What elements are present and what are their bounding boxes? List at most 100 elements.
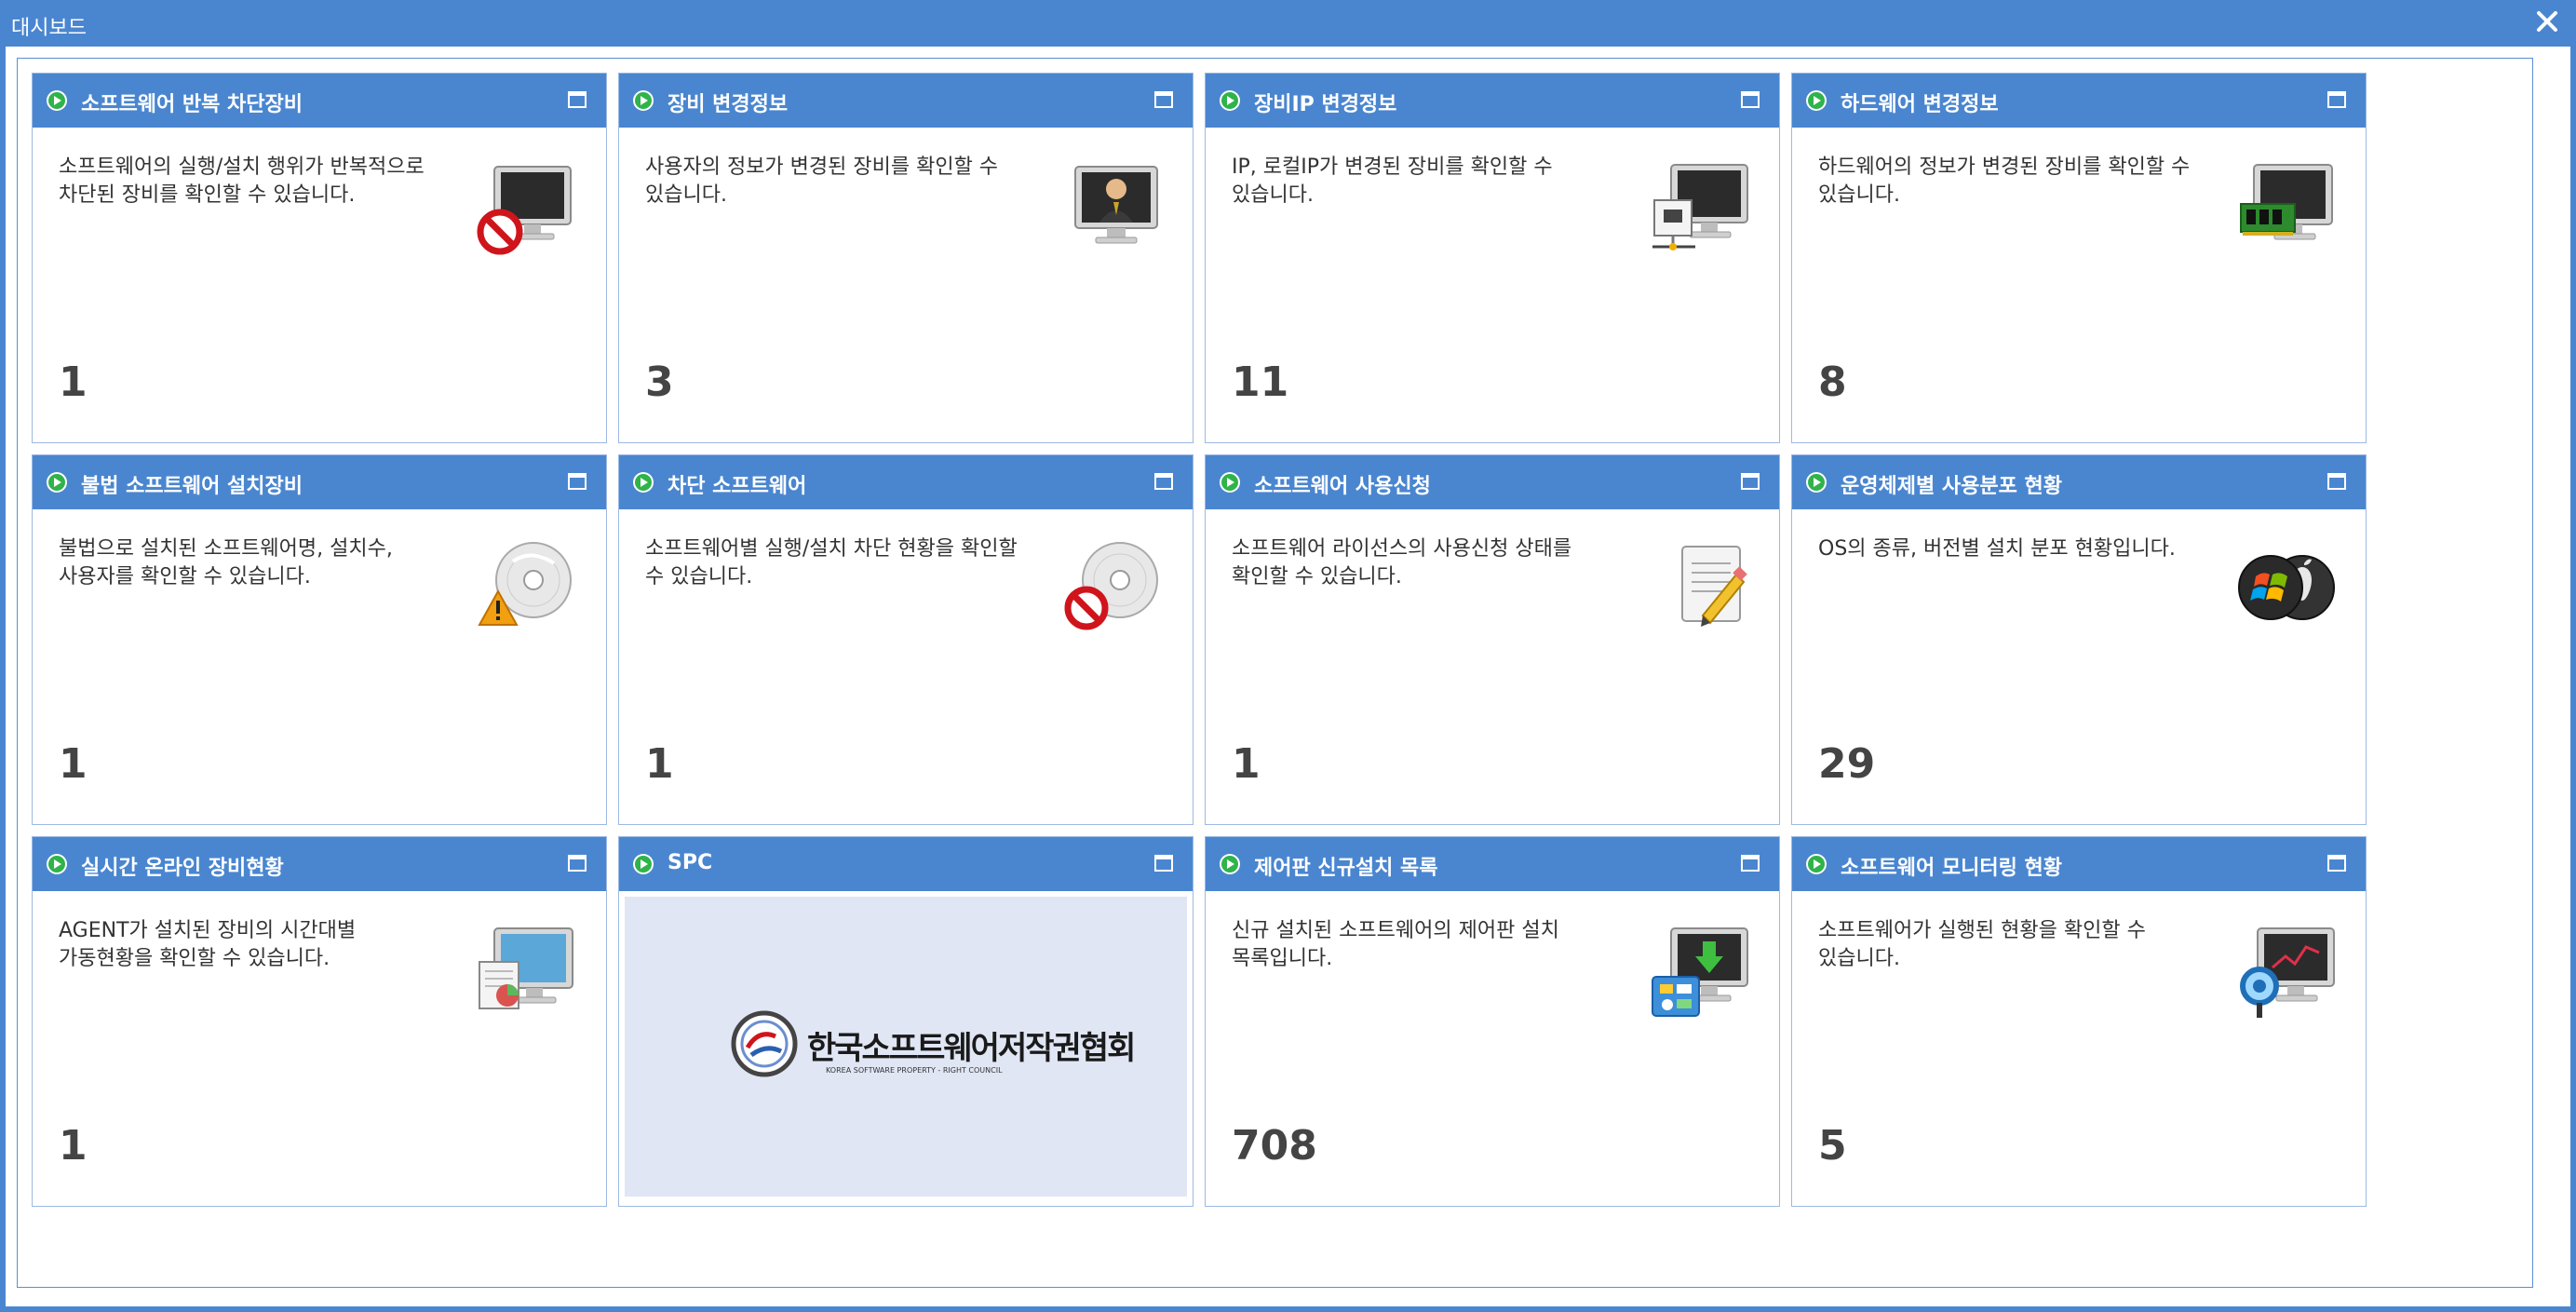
panel-hardware-change[interactable]: 하드웨어 변경정보 하드웨어의 정보가 변경된 장비를 확인할 수 있습니다. …: [1791, 73, 2367, 443]
panel-description: 불법으로 설치된 소프트웨어명, 설치수, 사용자를 확인할 수 있습니다.: [59, 537, 393, 588]
panel-count[interactable]: 1: [59, 740, 88, 788]
maximize-icon[interactable]: [1740, 90, 1760, 109]
play-icon[interactable]: [46, 853, 68, 875]
panel-sw-repeat-blocked[interactable]: 소프트웨어 반복 차단장비 소프트웨어의 실행/설치 행위가 반복적으로 차단된…: [32, 73, 607, 443]
panel-spc[interactable]: SPC 한국소프트웨어저작권협회 KOREA SOFTWARE PROPERTY…: [618, 836, 1194, 1207]
panel-description: OS의 종류, 버전별 설치 분포 현황입니다.: [1818, 537, 2176, 561]
maximize-icon[interactable]: [1153, 90, 1174, 109]
panel-title: 하드웨어 변경정보: [1841, 93, 1999, 116]
play-icon[interactable]: [46, 89, 68, 112]
play-icon[interactable]: [1219, 471, 1241, 494]
panel-count[interactable]: 708: [1232, 1122, 1317, 1170]
panel-description: 소프트웨어 라이선스의 사용신청 상태를 확인할 수 있습니다.: [1232, 537, 1572, 588]
document-edit-icon: [1681, 546, 1747, 627]
maximize-icon[interactable]: [567, 472, 587, 491]
panel-description: 소프트웨어의 실행/설치 행위가 반복적으로 차단된 장비를 확인할 수 있습니…: [59, 156, 425, 207]
panel-header: 하드웨어 변경정보: [1792, 74, 2366, 128]
panel-count[interactable]: 3: [645, 358, 674, 406]
panel-count[interactable]: 1: [1232, 740, 1261, 788]
panel-description: 소프트웨어별 실행/설치 차단 현황을 확인할 수 있습니다.: [645, 537, 1018, 588]
panel-device-change[interactable]: 장비 변경정보 사용자의 정보가 변경된 장비를 확인할 수 있습니다. 3: [618, 73, 1194, 443]
monitor-network-icon: [1652, 164, 1748, 250]
disc-blocked-icon: [1064, 542, 1158, 630]
title-bar: 대시보드: [0, 0, 2576, 47]
panel-header: 불법 소프트웨어 설치장비: [33, 455, 606, 509]
play-icon[interactable]: [1805, 89, 1827, 112]
panel-title: 소프트웨어 사용신청: [1254, 475, 1431, 498]
panel-device-ip-change[interactable]: 장비IP 변경정보 IP, 로컬IP가 변경된 장비를 확인할 수 있습니다. …: [1205, 73, 1780, 443]
play-icon[interactable]: [1805, 853, 1827, 875]
maximize-icon[interactable]: [567, 854, 587, 872]
spc-logo-text: 한국소프트웨어저작권협회: [807, 1030, 1136, 1067]
panel-title: 운영체제별 사용분포 현황: [1841, 475, 2062, 498]
panel-header: 장비IP 변경정보: [1206, 74, 1779, 128]
play-icon[interactable]: [632, 471, 654, 494]
maximize-icon[interactable]: [1740, 472, 1760, 491]
panel-os-distribution[interactable]: 운영체제별 사용분포 현황 OS의 종류, 버전별 설치 분포 현황입니다. 2…: [1791, 454, 2367, 825]
content-frame: 소프트웨어 반복 차단장비 소프트웨어의 실행/설치 행위가 반복적으로 차단된…: [6, 47, 2570, 1306]
panel-description: 하드웨어의 정보가 변경된 장비를 확인할 수 있습니다.: [1818, 156, 2191, 207]
panel-realtime-online[interactable]: 실시간 온라인 장비현황 AGENT가 설치된 장비의 시간대별 가동현황을 확…: [32, 836, 607, 1207]
panel-blocked-sw[interactable]: 차단 소프트웨어 소프트웨어별 실행/설치 차단 현황을 확인할 수 있습니다.…: [618, 454, 1194, 825]
panel-header: 소프트웨어 반복 차단장비: [33, 74, 606, 128]
panel-count[interactable]: 1: [645, 740, 674, 788]
panel-description: 신규 설치된 소프트웨어의 제어판 설치 목록입니다.: [1232, 919, 1559, 970]
maximize-icon[interactable]: [567, 90, 587, 109]
maximize-icon[interactable]: [1153, 854, 1174, 872]
maximize-icon[interactable]: [1153, 472, 1174, 491]
monitor-user-icon: [1074, 166, 1158, 244]
panel-illegal-sw-devices[interactable]: 불법 소프트웨어 설치장비 불법으로 설치된 소프트웨어명, 설치수, 사용자를…: [32, 454, 607, 825]
panel-header: SPC: [619, 837, 1193, 891]
window-title: 대시보드: [11, 17, 87, 40]
play-icon[interactable]: [1219, 89, 1241, 112]
panel-header: 제어판 신규설치 목록: [1206, 837, 1779, 891]
monitor-blocked-icon: [477, 166, 572, 255]
panel-title: 소프트웨어 모니터링 현황: [1841, 857, 2062, 880]
monitor-memory-icon: [2240, 164, 2333, 240]
play-icon[interactable]: [632, 89, 654, 112]
play-icon[interactable]: [1805, 471, 1827, 494]
panel-title: SPC: [668, 851, 713, 874]
dashboard-area: 소프트웨어 반복 차단장비 소프트웨어의 실행/설치 행위가 반복적으로 차단된…: [17, 58, 2533, 1288]
panel-count[interactable]: 5: [1818, 1122, 1847, 1170]
maximize-icon[interactable]: [2326, 472, 2347, 491]
dashboard-window: 대시보드 소프트웨어 반복 차단장비 소프트웨어의 실행/설치 행위가 반복적으…: [0, 0, 2576, 1312]
play-icon[interactable]: [1219, 853, 1241, 875]
panel-title: 실시간 온라인 장비현황: [81, 857, 284, 880]
spc-logo: [731, 1010, 798, 1077]
panel-title: 소프트웨어 반복 차단장비: [81, 93, 303, 116]
panel-control-panel-new[interactable]: 제어판 신규설치 목록 신규 설치된 소프트웨어의 제어판 설치 목록입니다.: [1205, 836, 1780, 1207]
panel-description: 소프트웨어가 실행된 현황을 확인할 수 있습니다.: [1818, 919, 2146, 970]
panel-title: 제어판 신규설치 목록: [1254, 857, 1438, 880]
panel-count[interactable]: 1: [59, 1122, 88, 1170]
spc-logo-subtitle: KOREA SOFTWARE PROPERTY - RIGHT COUNCIL: [826, 1066, 1003, 1075]
panel-header: 소프트웨어 모니터링 현황: [1792, 837, 2366, 891]
play-icon[interactable]: [46, 471, 68, 494]
panel-header: 실시간 온라인 장비현황: [33, 837, 606, 891]
panel-count[interactable]: 8: [1818, 358, 1847, 406]
panel-count[interactable]: 11: [1232, 358, 1288, 406]
play-icon[interactable]: [632, 853, 654, 875]
maximize-icon[interactable]: [2326, 854, 2347, 872]
close-icon[interactable]: [2531, 6, 2563, 37]
panel-sw-request[interactable]: 소프트웨어 사용신청 소프트웨어 라이선스의 사용신청 상태를 확인할 수 있습…: [1205, 454, 1780, 825]
monitor-chart-icon: [479, 927, 573, 1009]
maximize-icon[interactable]: [2326, 90, 2347, 109]
panel-title: 불법 소프트웨어 설치장비: [81, 475, 303, 498]
panel-header: 소프트웨어 사용신청: [1206, 455, 1779, 509]
panel-header: 차단 소프트웨어: [619, 455, 1193, 509]
panel-header: 장비 변경정보: [619, 74, 1193, 128]
panel-description: IP, 로컬IP가 변경된 장비를 확인할 수 있습니다.: [1232, 156, 1553, 207]
disc-warning-icon: [478, 542, 572, 626]
monitor-download-icon: [1652, 927, 1748, 1017]
panel-count[interactable]: 1: [59, 358, 88, 406]
panel-sw-monitoring[interactable]: 소프트웨어 모니터링 현황 소프트웨어가 실행된 현황을 확인할 수 있습니다.…: [1791, 836, 2367, 1207]
panel-title: 장비 변경정보: [668, 93, 789, 116]
maximize-icon[interactable]: [1740, 854, 1760, 872]
os-logos-icon: [2238, 555, 2335, 620]
panel-title: 차단 소프트웨어: [668, 475, 807, 498]
panel-header: 운영체제별 사용분포 현황: [1792, 455, 2366, 509]
panel-title: 장비IP 변경정보: [1254, 93, 1397, 116]
panel-count[interactable]: 29: [1818, 740, 1875, 788]
spc-banner[interactable]: 한국소프트웨어저작권협회 KOREA SOFTWARE PROPERTY - R…: [625, 897, 1187, 1197]
